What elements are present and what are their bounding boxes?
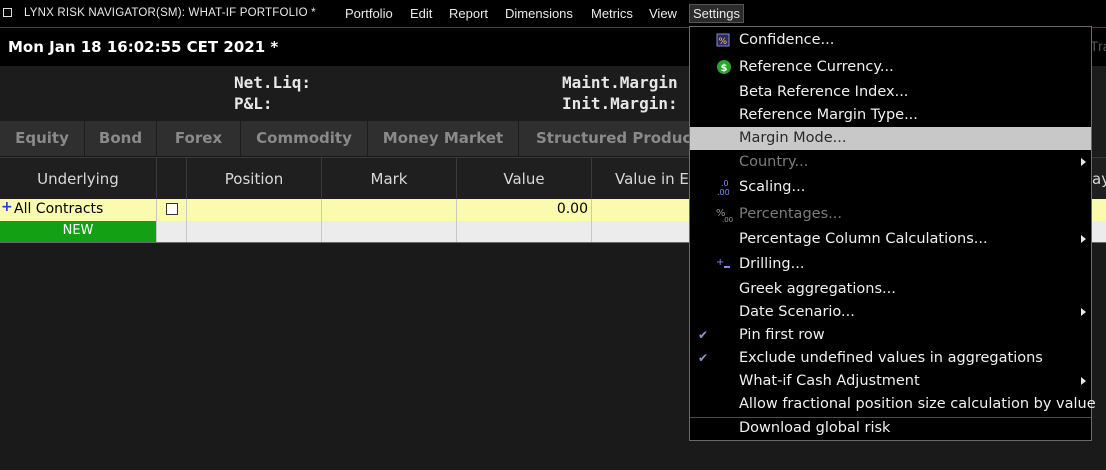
svg-text:+: + (716, 257, 724, 268)
menu-item-date-scenario[interactable]: Date Scenario... (690, 301, 1091, 324)
menu-report[interactable]: Report (446, 5, 491, 22)
column-checkbox[interactable] (157, 158, 187, 200)
menu-item-label: Greek aggregations... (739, 281, 896, 297)
checkmark-icon: ✔ (698, 328, 709, 342)
net-liq-label: Net.Liq: (234, 73, 312, 92)
menu-item-greek-aggregations[interactable]: Greek aggregations... (690, 278, 1091, 301)
empty-cell (157, 221, 187, 242)
position-cell[interactable] (187, 199, 322, 221)
svg-text:%: % (719, 37, 728, 47)
menu-item-what-if-cash-adjustment[interactable]: What-if Cash Adjustment (690, 370, 1091, 393)
column-value-in-eur[interactable]: Value in EU (592, 158, 702, 200)
checkmark-icon: ✔ (698, 351, 709, 365)
column-fragment: ay (1092, 170, 1106, 188)
menu-item-label: Reference Currency... (739, 59, 894, 75)
menu-item-label: Allow fractional position size calculati… (739, 396, 1096, 412)
drilling-icon: + (716, 256, 732, 276)
underlying-all-contracts: All Contracts (14, 201, 104, 217)
menu-item-beta-reference-index[interactable]: Beta Reference Index... (690, 81, 1091, 104)
menu-item-percentage-column-calculations[interactable]: Percentage Column Calculations... (690, 228, 1091, 251)
column-underlying[interactable]: Underlying (0, 158, 157, 200)
currency-icon: $ (716, 59, 732, 79)
tab-structured-product[interactable]: Structured Product (519, 121, 699, 156)
column-mark[interactable]: Mark (322, 158, 457, 200)
menu-item-label: Date Scenario... (739, 304, 855, 320)
scaling-icon: .0.00 (716, 179, 732, 201)
tab-money-market[interactable]: Money Market (368, 121, 519, 156)
percentages-icon: % .00 (716, 206, 734, 228)
menu-item-label: Download global risk (739, 420, 891, 436)
underlying-cell[interactable]: + All Contracts (0, 199, 157, 221)
menu-item-label: Pin first row (739, 327, 825, 343)
menu-item-fractional-position-size[interactable]: Allow fractional position size calculati… (690, 393, 1096, 416)
menu-item-percentages[interactable]: % .00 Percentages... (690, 203, 1091, 226)
menu-item-confidence[interactable]: % Confidence... (690, 29, 1091, 52)
menu-item-pin-first-row[interactable]: ✔ Pin first row (690, 324, 1091, 347)
menu-item-label: Country... (739, 154, 809, 170)
app-icon[interactable] (3, 8, 12, 17)
menu-item-download-global-risk[interactable]: Download global risk (690, 417, 1091, 440)
menu-item-reference-margin-type[interactable]: Reference Margin Type... (690, 104, 1091, 127)
menu-item-label: Beta Reference Index... (739, 84, 909, 100)
svg-text:.0: .0 (721, 179, 729, 188)
column-position[interactable]: Position (187, 158, 322, 200)
menu-bar: LYNX RISK NAVIGATOR(SM): WHAT-IF PORTFOL… (0, 0, 1106, 28)
settings-dropdown-menu: % Confidence... $ Reference Currency... … (689, 26, 1096, 441)
trade-fragment: Tra (1090, 38, 1106, 54)
row-end-cell (1092, 199, 1106, 221)
maint-margin-label: Maint.Margin (562, 73, 678, 92)
tab-bond[interactable]: Bond (85, 121, 157, 156)
menu-item-label: Reference Margin Type... (739, 107, 918, 123)
menu-dimensions[interactable]: Dimensions (502, 5, 576, 22)
submenu-arrow-icon (1081, 158, 1086, 166)
menu-item-label: Percentages... (739, 206, 842, 222)
svg-text:$: $ (721, 63, 728, 74)
menu-item-reference-currency[interactable]: $ Reference Currency... (690, 56, 1091, 79)
confidence-icon: % (716, 32, 730, 52)
expand-plus-icon[interactable]: + (1, 199, 13, 215)
value-eur-cell[interactable] (592, 199, 690, 221)
svg-text:.00: .00 (717, 188, 730, 197)
menu-item-drilling[interactable]: + Drilling... (690, 253, 1091, 276)
menu-settings[interactable]: Settings (689, 4, 744, 23)
current-datetime: Mon Jan 18 16:02:55 CET 2021 * (8, 38, 279, 56)
menu-portfolio[interactable]: Portfolio (342, 5, 396, 22)
menu-edit[interactable]: Edit (407, 5, 435, 22)
submenu-arrow-icon (1081, 235, 1086, 243)
tab-forex[interactable]: Forex (157, 121, 241, 156)
empty-cell (187, 221, 322, 242)
submenu-arrow-icon (1081, 377, 1086, 385)
menu-metrics[interactable]: Metrics (588, 5, 636, 22)
menu-item-country[interactable]: Country... (690, 151, 1091, 174)
new-position-button[interactable]: NEW (0, 221, 157, 242)
empty-cell (322, 221, 457, 242)
row-checkbox[interactable] (166, 203, 178, 215)
empty-cell (457, 221, 592, 242)
menu-item-label: Drilling... (739, 256, 805, 272)
menu-item-margin-mode[interactable]: Margin Mode... (690, 127, 1091, 150)
menu-view[interactable]: View (646, 5, 680, 22)
menu-item-scaling[interactable]: .0.00 Scaling... (690, 176, 1091, 199)
menu-item-label: Exclude undefined values in aggregations (739, 350, 1043, 366)
window-title: LYNX RISK NAVIGATOR(SM): WHAT-IF PORTFOL… (24, 7, 316, 19)
pnl-label: P&L: (234, 94, 273, 113)
value-cell[interactable]: 0.00 (457, 199, 592, 221)
menu-item-label: Margin Mode... (739, 130, 847, 146)
init-margin-label: Init.Margin: (562, 94, 678, 113)
column-value[interactable]: Value (457, 158, 592, 200)
menu-item-exclude-undefined-values[interactable]: ✔ Exclude undefined values in aggregatio… (690, 347, 1091, 370)
checkbox-cell[interactable] (157, 199, 187, 221)
menu-item-label: What-if Cash Adjustment (739, 373, 920, 389)
tab-commodity[interactable]: Commodity (241, 121, 368, 156)
svg-text:.00: .00 (722, 216, 733, 224)
menu-item-label: Scaling... (739, 179, 806, 195)
menu-item-label: Percentage Column Calculations... (739, 231, 988, 247)
mark-cell[interactable] (322, 199, 457, 221)
tab-equity[interactable]: Equity (0, 121, 85, 156)
submenu-arrow-icon (1081, 308, 1086, 316)
menu-item-label: Confidence... (739, 32, 835, 48)
